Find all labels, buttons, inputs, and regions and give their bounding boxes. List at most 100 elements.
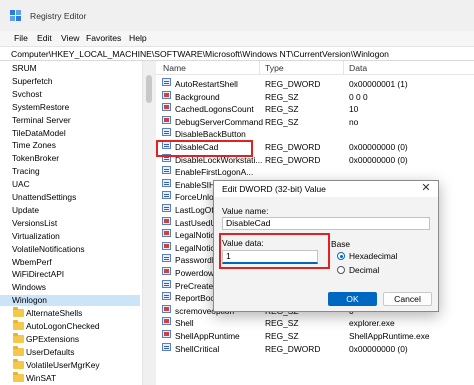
menu-edit[interactable]: Edit: [37, 33, 52, 43]
address-bar[interactable]: Computer\HKEY_LOCAL_MACHINE\SOFTWARE\Mic…: [0, 46, 474, 61]
tree-item-label: Svchost: [12, 88, 42, 99]
column-name[interactable]: Name: [163, 63, 186, 73]
tree-item[interactable]: UnattendSettings: [0, 192, 140, 203]
column-divider[interactable]: [343, 61, 344, 75]
tree-item[interactable]: WbemPerf: [0, 257, 140, 268]
menu-favorites[interactable]: Favorites: [86, 33, 121, 43]
cell-name: ReportBoo: [175, 293, 216, 304]
folder-icon: [13, 307, 24, 318]
tree-item[interactable]: VersionsList: [0, 218, 140, 229]
string-value-icon: [162, 229, 171, 238]
menu-help[interactable]: Help: [129, 33, 147, 43]
cell-data: 0x00000000 (0): [349, 154, 408, 165]
tree-scrollbar[interactable]: [142, 61, 156, 385]
close-icon[interactable]: ✕: [419, 182, 433, 195]
folder-icon: [13, 332, 24, 343]
tree-item-label: TileDataModel: [12, 127, 66, 138]
cell-data: explorer.exe: [349, 318, 395, 329]
binary-value-icon: [162, 78, 171, 86]
tree-item-label: Terminal Server: [12, 114, 71, 125]
address-path[interactable]: Computer\HKEY_LOCAL_MACHINE\SOFTWARE\Mic…: [11, 49, 389, 59]
string-value-icon: [162, 317, 171, 326]
tree-item[interactable]: SRUM: [0, 63, 140, 74]
menu-file[interactable]: File: [14, 33, 28, 43]
tree-item[interactable]: Virtualization: [0, 231, 140, 242]
cell-name: LegalNotic: [175, 242, 215, 253]
list-row[interactable]: Shell REG_SZ explorer.exe: [156, 317, 474, 329]
menu-bar: File Edit View Favorites Help: [0, 31, 474, 46]
tree-item[interactable]: WiFiDirectAPI: [0, 269, 140, 280]
list-row[interactable]: ShellCritical REG_DWORD 0x00000000 (0): [156, 342, 474, 355]
tree-item[interactable]: GPExtensions: [0, 332, 140, 345]
binary-value-icon: [162, 191, 171, 200]
column-type[interactable]: Type: [265, 63, 284, 73]
tree-item[interactable]: SystemRestore: [0, 102, 140, 113]
tree-item-label: AutoLogonChecked: [26, 321, 100, 331]
string-value-icon: [162, 216, 171, 225]
cell-name: CachedLogonsCount: [175, 104, 254, 115]
tree-item[interactable]: UserDefaults: [0, 345, 140, 358]
list-row[interactable]: DebugServerCommand REG_SZ no: [156, 115, 474, 128]
tree-item[interactable]: VolatileUserMgrKey: [0, 358, 140, 371]
tree-item-label: Time Zones: [12, 140, 56, 151]
tree-item[interactable]: Windows: [0, 282, 140, 293]
binary-value-icon: [162, 254, 171, 263]
cell-name: PasswordE: [175, 255, 218, 266]
cancel-button[interactable]: Cancel: [383, 292, 432, 306]
tree-item[interactable]: Terminal Server: [0, 115, 140, 126]
hexadecimal-radio[interactable]: [337, 252, 345, 260]
tree-item[interactable]: Tracing: [0, 166, 140, 177]
decimal-label[interactable]: Decimal: [349, 265, 379, 275]
list-row[interactable]: CachedLogonsCount REG_SZ 10: [156, 103, 474, 115]
string-value-icon: [162, 103, 171, 112]
list-row[interactable]: DisableBackButton: [156, 128, 474, 140]
tree-item-label: GPExtensions: [26, 333, 80, 344]
tree-item-label: UnattendSettings: [12, 192, 77, 202]
tree-item[interactable]: VolatileNotifications: [0, 244, 140, 255]
column-divider[interactable]: [259, 61, 260, 75]
string-value-icon: [162, 241, 171, 250]
window-title: Registry Editor: [30, 11, 87, 21]
tree-item-label: VolatileUserMgrKey: [26, 359, 100, 370]
dialog-title: Edit DWORD (32-bit) Value: [222, 184, 326, 194]
cell-type: REG_DWORD: [265, 79, 321, 89]
tree-item[interactable]: WinSAT: [0, 371, 140, 384]
tree-item[interactable]: TileDataModel: [0, 128, 140, 139]
tree-item-label: WiFiDirectAPI: [12, 269, 65, 280]
ok-button[interactable]: OK: [328, 292, 377, 306]
decimal-radio[interactable]: [337, 266, 345, 274]
tree-item-label: AlternateShells: [26, 308, 83, 319]
list-row[interactable]: Background REG_SZ 0 0 0: [156, 90, 474, 103]
cell-type: REG_DWORD: [265, 343, 321, 354]
tree-item[interactable]: AutoLogonChecked: [0, 320, 140, 332]
tree-item[interactable]: Winlogon: [0, 295, 140, 307]
value-name-field: DisableCad: [222, 217, 430, 230]
list-row[interactable]: AutoRestartShell REG_DWORD 0x00000001 (1): [156, 78, 474, 90]
hexadecimal-label[interactable]: Hexadecimal: [349, 251, 397, 261]
tree-item[interactable]: Svchost: [0, 89, 140, 100]
tree-item[interactable]: Update: [0, 205, 140, 216]
tree-item[interactable]: AlternateShells: [0, 307, 140, 319]
tree-item[interactable]: UAC: [0, 179, 140, 190]
cell-data: 0x00000000 (0): [349, 343, 408, 354]
base-group: Base Hexadecimal Decimal: [325, 239, 431, 279]
column-data[interactable]: Data: [349, 63, 367, 73]
cell-type: REG_SZ: [265, 104, 299, 115]
tree-item-label: Update: [12, 204, 40, 215]
list-row[interactable]: EnableFirstLogonA...: [156, 166, 474, 178]
list-row[interactable]: ShellAppRuntime REG_SZ ShellAppRuntime.exe: [156, 330, 474, 342]
string-value-icon: [162, 267, 171, 275]
tree-item[interactable]: Superfetch: [0, 76, 140, 87]
scroll-thumb[interactable]: [146, 75, 152, 103]
cell-name: ShellCritical: [175, 343, 220, 354]
tree-item[interactable]: Time Zones: [0, 140, 140, 151]
menu-view[interactable]: View: [61, 33, 79, 43]
title-bar: Registry Editor: [0, 0, 474, 31]
tree-item[interactable]: TokenBroker: [0, 153, 140, 164]
string-value-icon: [162, 304, 171, 313]
binary-value-icon: [162, 178, 171, 187]
cell-type: REG_DWORD: [265, 154, 321, 165]
binary-value-icon: [162, 279, 171, 288]
highlight-disablecad: [156, 140, 253, 157]
key-tree[interactable]: SRUM Superfetch Svchost SystemRestore Termin…: [0, 61, 140, 385]
